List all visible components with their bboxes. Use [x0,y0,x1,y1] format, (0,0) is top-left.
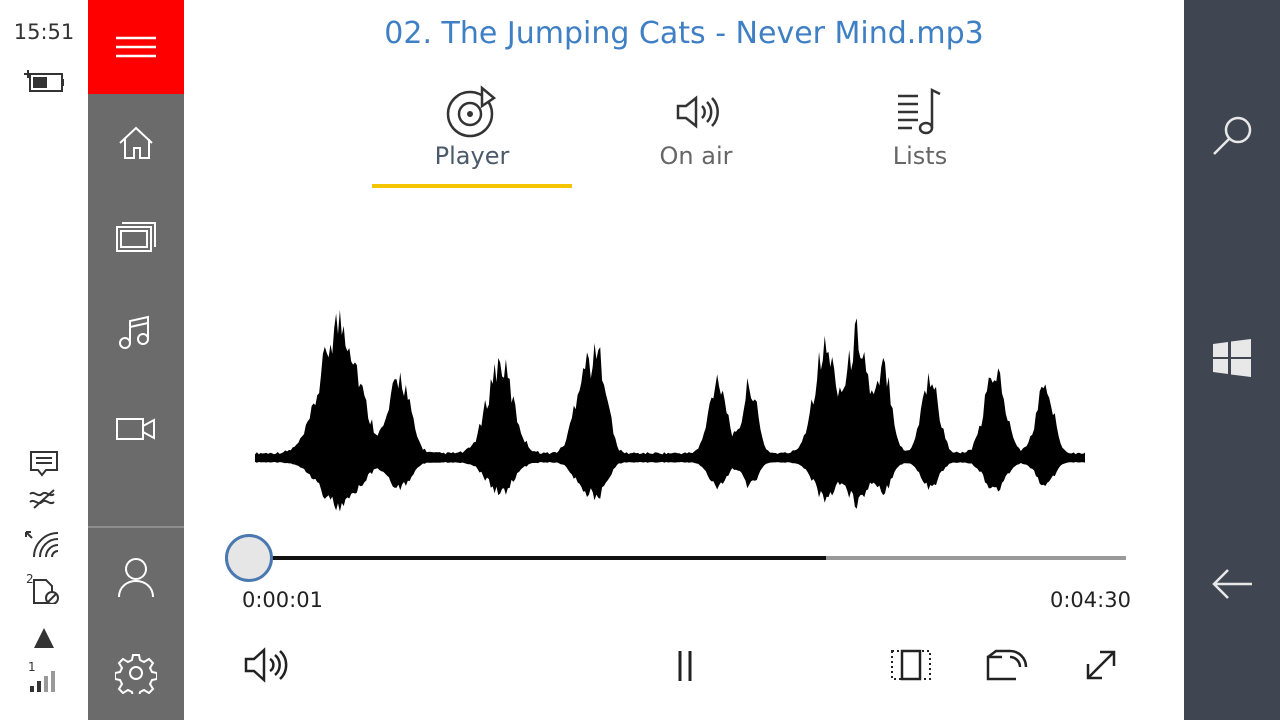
cast-button[interactable] [982,640,1032,690]
windows-start-button[interactable] [1184,318,1280,398]
nav-home-button[interactable] [88,98,184,188]
nav-video-button[interactable] [88,384,184,474]
person-icon [118,558,154,598]
nav-account-button[interactable] [88,532,184,622]
hamburger-icon [116,36,156,58]
audio-waveform[interactable] [240,290,1120,620]
search-icon [1213,116,1252,155]
fullscreen-icon [1086,650,1116,680]
cast-icon [986,649,1028,681]
seek-buffered [244,556,827,560]
elapsed-time: 0:00:01 [242,588,323,612]
music-icon [119,315,149,349]
playlist-icon [898,87,941,135]
waveform-played-region [255,309,1085,512]
total-duration: 0:04:30 [1050,588,1131,612]
nav-divider [88,526,184,528]
speaker-icon [676,95,719,129]
active-tab-indicator [372,184,572,188]
waveform-reflection-region [240,519,1120,620]
left-navigation [88,0,184,720]
pause-icon [678,651,692,681]
volume-button[interactable] [240,640,290,690]
windows-start-icon [1213,339,1251,377]
search-button[interactable] [1184,96,1280,176]
gallery-icon [116,222,156,252]
hamburger-menu-button[interactable] [88,0,184,94]
tab-player[interactable]: Player [372,84,572,188]
quiet-hours-icon [29,489,55,509]
gear-icon [115,654,157,694]
system-navigation-bar [1184,0,1280,720]
video-camera-icon [116,418,155,440]
wifi-icon [25,531,59,558]
fullscreen-button[interactable] [1076,640,1126,690]
back-button[interactable] [1184,544,1280,624]
tab-on-air[interactable]: On air [596,84,796,188]
nav-gallery-button[interactable] [88,192,184,282]
aspect-ratio-button[interactable] [886,640,936,690]
tab-lists[interactable]: Lists [820,84,1020,188]
nav-music-button[interactable] [88,288,184,378]
pause-button[interactable] [660,640,710,690]
track-title: 02. The Jumping Cats - Never Mind.mp3 [384,16,984,51]
clock: 15:51 [13,20,75,44]
tab-lists-label: Lists [892,142,948,170]
sim-blocked-icon [33,579,59,604]
battery-charging-icon [24,70,64,92]
back-arrow-icon [1212,569,1252,599]
nav-settings-button[interactable] [88,628,184,718]
app-window: 15:51 2 1 02. The Jumping Cats - Never M… [0,0,1280,720]
player-disc-icon [446,85,497,138]
seek-thumb[interactable] [225,534,274,582]
signal-bars-icon [30,671,55,692]
system-status-bar: 15:51 2 1 [0,0,88,720]
home-icon [119,126,153,159]
data-arrow-icon [34,628,54,648]
tab-on-air-label: On air [659,142,733,170]
message-icon [30,451,58,477]
tab-player-label: Player [434,142,510,170]
aspect-ratio-icon [891,649,931,681]
volume-icon [244,647,288,683]
